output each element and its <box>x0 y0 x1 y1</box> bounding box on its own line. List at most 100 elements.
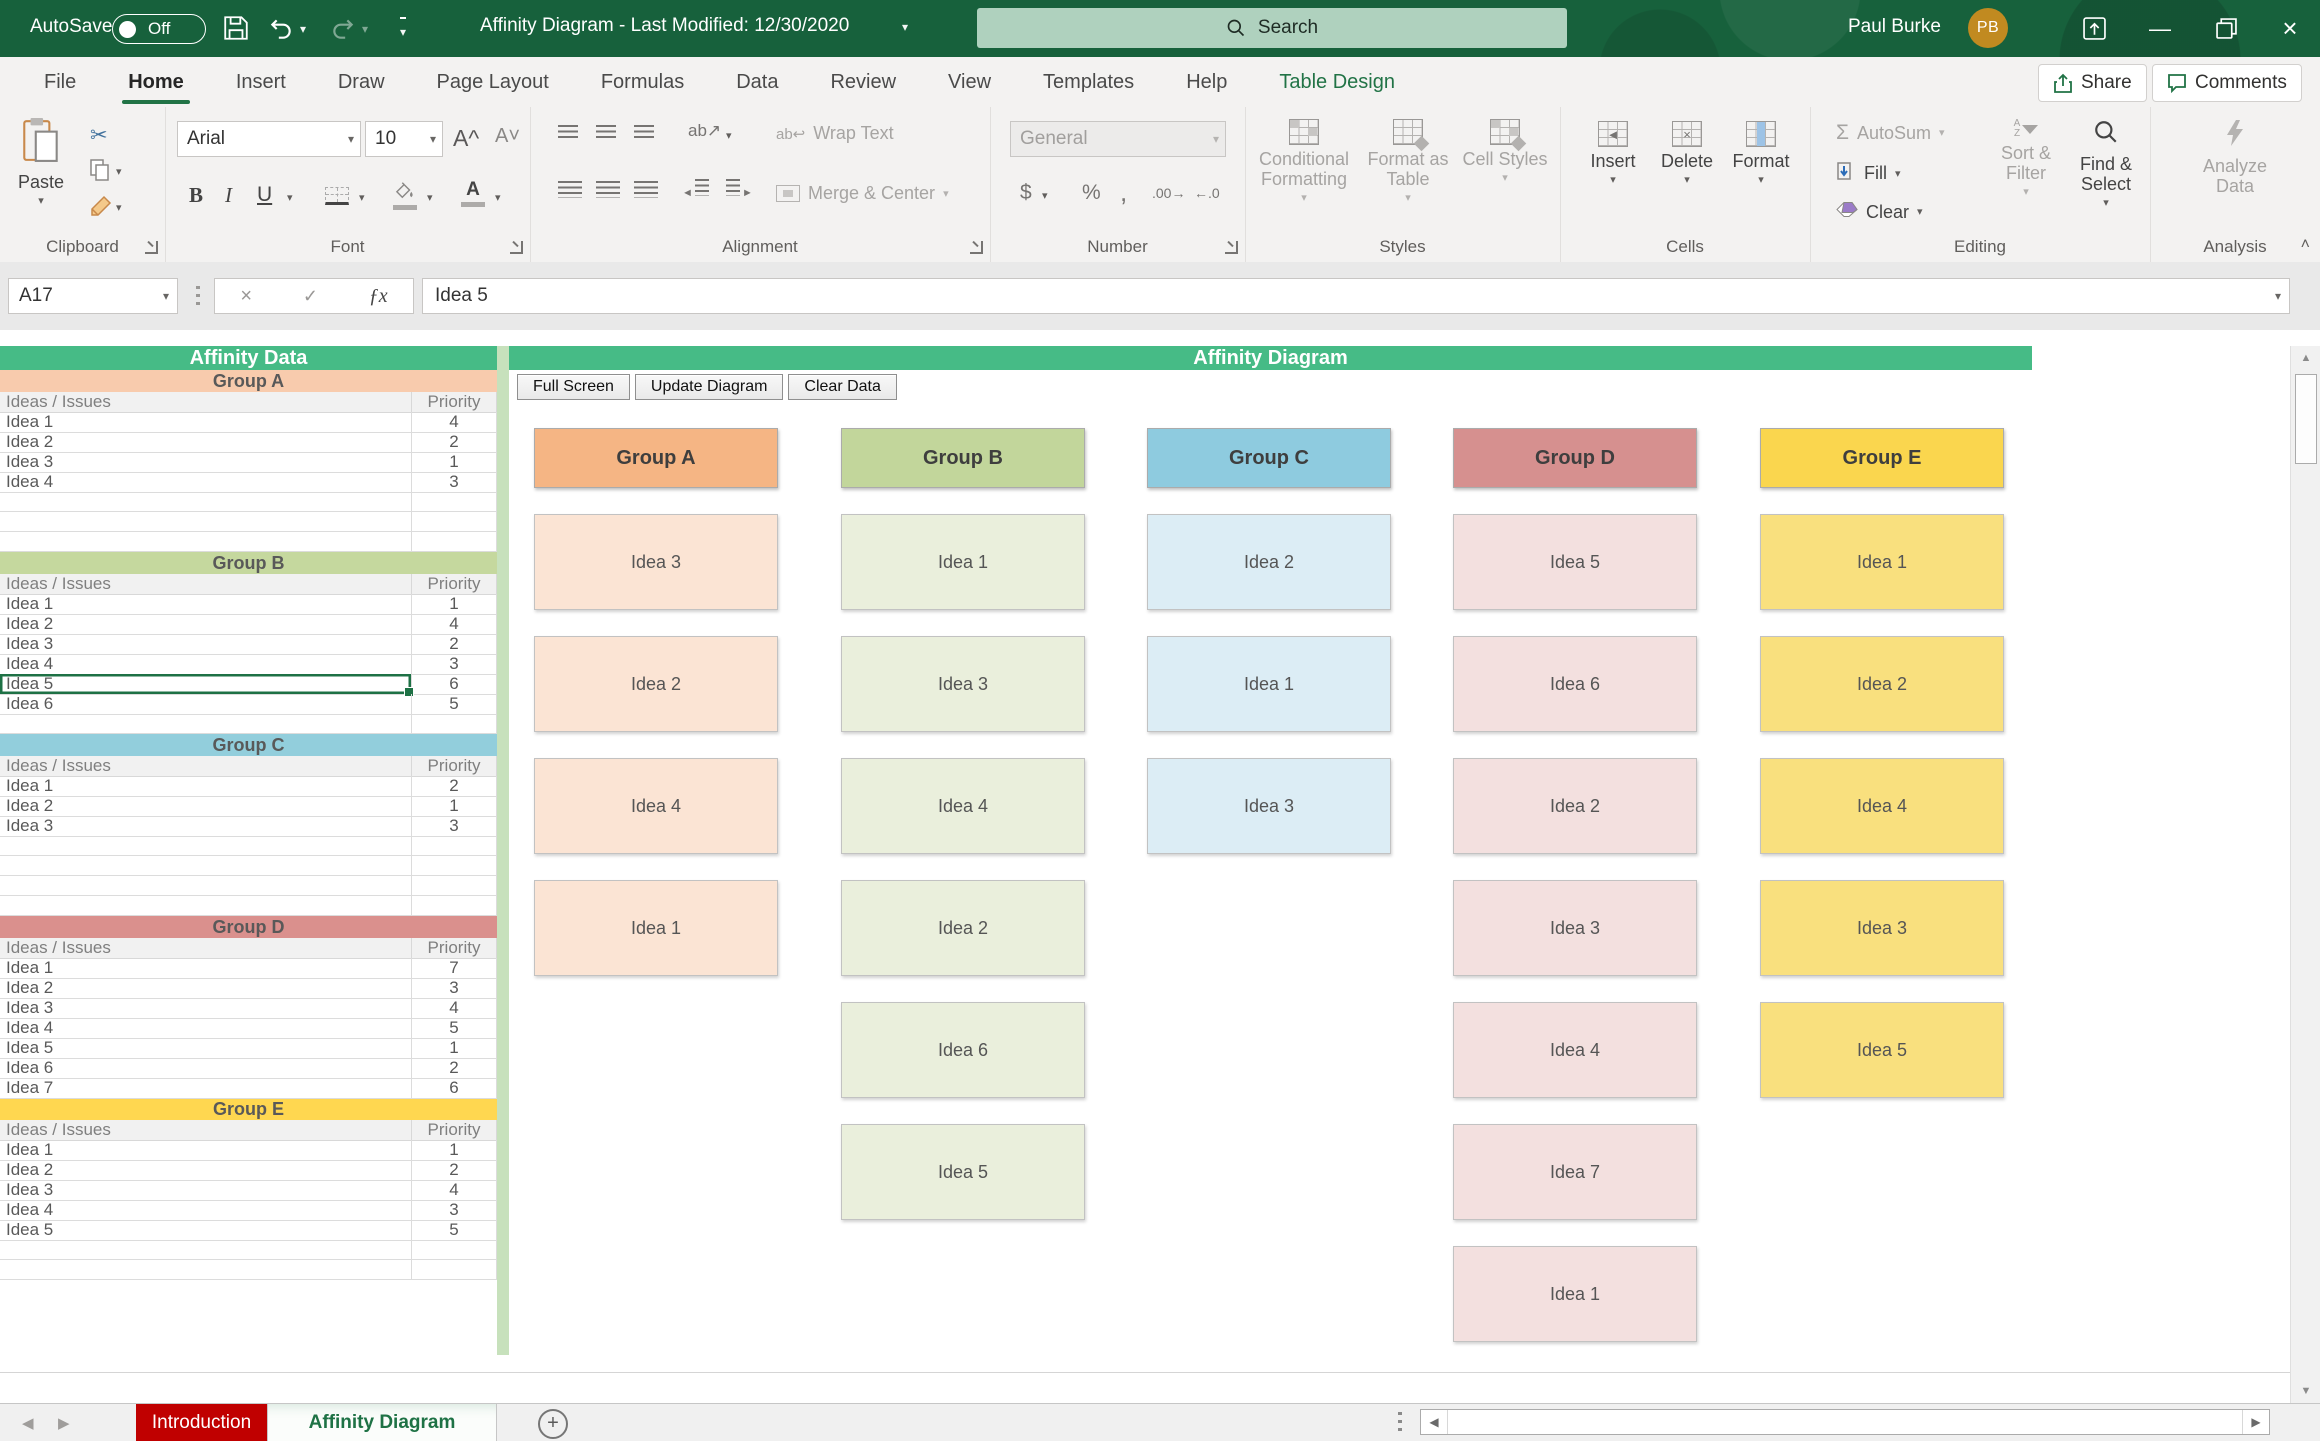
cut-button[interactable]: ✂ <box>90 123 108 148</box>
decrease-font-size-button[interactable]: A˅ <box>495 125 520 148</box>
formula-expand-icon[interactable]: ▾ <box>2275 289 2281 303</box>
sheet-nav-right-icon[interactable]: ▶ <box>58 1404 70 1441</box>
diagram-group-header[interactable]: Group D <box>1453 428 1697 488</box>
priority-cell[interactable]: 5 <box>412 694 497 715</box>
idea-card[interactable]: Idea 3 <box>534 514 778 610</box>
diagram-group-header[interactable]: Group B <box>841 428 1085 488</box>
ideas-issues-header-cell[interactable]: Ideas / Issues <box>0 574 412 595</box>
idea-cell[interactable]: Idea 1 <box>0 594 412 615</box>
scroll-left-icon[interactable]: ◀ <box>1421 1410 1448 1434</box>
increase-decimal-button[interactable]: .00→ <box>1152 185 1185 201</box>
priority-cell[interactable]: 2 <box>412 1058 497 1079</box>
priority-cell[interactable]: 4 <box>412 412 497 433</box>
idea-card[interactable]: Idea 7 <box>1453 1124 1697 1220</box>
idea-cell[interactable]: Idea 1 <box>0 412 412 433</box>
ribbon-tab[interactable]: Page Layout <box>411 57 575 107</box>
formula-input[interactable]: Idea 5 ▾ <box>422 278 2290 314</box>
insert-function-icon[interactable]: ƒx <box>369 285 388 308</box>
idea-card[interactable]: Idea 2 <box>534 636 778 732</box>
format-painter-dropdown-icon[interactable]: ▾ <box>116 203 122 213</box>
empty-priority-cell[interactable] <box>412 532 497 552</box>
idea-cell[interactable]: Idea 4 <box>0 654 412 675</box>
minimize-icon[interactable]: — <box>2130 0 2190 57</box>
idea-cell[interactable]: Idea 2 <box>0 614 412 635</box>
priority-cell[interactable]: 2 <box>412 432 497 453</box>
priority-cell[interactable]: 1 <box>412 1140 497 1161</box>
font-dialog-launcher-icon[interactable] <box>510 241 523 254</box>
idea-card[interactable]: Idea 2 <box>1147 514 1391 610</box>
idea-card[interactable]: Idea 2 <box>1453 758 1697 854</box>
idea-cell[interactable]: Idea 1 <box>0 1140 412 1161</box>
ideas-issues-header-cell[interactable]: Ideas / Issues <box>0 938 412 959</box>
percent-style-button[interactable]: % <box>1082 181 1101 205</box>
idea-card[interactable]: Idea 5 <box>841 1124 1085 1220</box>
idea-cell[interactable]: Idea 3 <box>0 998 412 1019</box>
priority-cell[interactable]: 4 <box>412 614 497 635</box>
copy-dropdown-icon[interactable]: ▾ <box>116 167 122 177</box>
find-select-button[interactable]: Find & Select ▾ <box>2068 119 2144 208</box>
collapse-ribbon-icon[interactable]: ˄ <box>2301 236 2310 254</box>
font-name-select[interactable]: Arial ▾ <box>177 121 361 157</box>
idea-card[interactable]: Idea 2 <box>841 880 1085 976</box>
paste-button[interactable]: Paste ▾ <box>8 117 74 206</box>
borders-dropdown-icon[interactable]: ▾ <box>359 193 365 203</box>
priority-cell[interactable]: 5 <box>412 1220 497 1241</box>
tab-scroll-splitter[interactable] <box>1398 1412 1402 1434</box>
priority-header-cell[interactable]: Priority <box>412 756 497 777</box>
ribbon-tab[interactable]: Templates <box>1017 57 1160 107</box>
format-cells-button[interactable]: Format ▾ <box>1726 121 1796 185</box>
group-header-cell[interactable]: Group A <box>0 370 497 392</box>
align-left-button[interactable] <box>558 181 582 203</box>
idea-card[interactable]: Idea 3 <box>1453 880 1697 976</box>
priority-cell[interactable]: 1 <box>412 594 497 615</box>
idea-cell[interactable]: Idea 5 <box>0 1038 412 1059</box>
font-color-dropdown-icon[interactable]: ▾ <box>495 193 501 203</box>
empty-priority-cell[interactable] <box>412 856 497 876</box>
format-painter-button[interactable] <box>90 195 112 222</box>
bold-button[interactable]: B <box>189 183 203 208</box>
undo-icon[interactable] <box>268 16 294 48</box>
idea-card[interactable]: Idea 4 <box>1453 1002 1697 1098</box>
idea-cell[interactable]: Idea 2 <box>0 432 412 453</box>
empty-idea-cell[interactable] <box>0 1260 412 1280</box>
empty-idea-cell[interactable] <box>0 1240 412 1260</box>
idea-card[interactable]: Idea 1 <box>1147 636 1391 732</box>
idea-cell[interactable]: Idea 5 <box>0 1220 412 1241</box>
empty-idea-cell[interactable] <box>0 876 412 896</box>
priority-cell[interactable]: 6 <box>412 674 497 695</box>
idea-card[interactable]: Idea 4 <box>534 758 778 854</box>
group-header-cell[interactable]: Group D <box>0 916 497 938</box>
number-dialog-launcher-icon[interactable] <box>1225 241 1238 254</box>
name-box[interactable]: A17 ▾ <box>8 278 178 314</box>
font-color-button[interactable]: A <box>461 179 485 207</box>
clipboard-dialog-launcher-icon[interactable] <box>145 241 158 254</box>
priority-cell[interactable]: 1 <box>412 1038 497 1059</box>
diagram-group-header[interactable]: Group C <box>1147 428 1391 488</box>
idea-card[interactable]: Idea 5 <box>1760 1002 2004 1098</box>
priority-cell[interactable]: 1 <box>412 452 497 473</box>
empty-idea-cell[interactable] <box>0 714 412 734</box>
priority-cell[interactable]: 3 <box>412 654 497 675</box>
fill-color-button[interactable] <box>393 181 417 210</box>
fill-button[interactable]: Fill ▾ <box>1836 161 1901 186</box>
idea-card[interactable]: Idea 4 <box>1760 758 2004 854</box>
idea-cell[interactable]: Idea 1 <box>0 776 412 797</box>
priority-header-cell[interactable]: Priority <box>412 392 497 413</box>
empty-idea-cell[interactable] <box>0 836 412 856</box>
idea-card[interactable]: Idea 3 <box>1760 880 2004 976</box>
cancel-icon[interactable]: × <box>240 285 252 308</box>
empty-idea-cell[interactable] <box>0 856 412 876</box>
title-dropdown-icon[interactable]: ▾ <box>902 20 908 34</box>
group-header-cell[interactable]: Group B <box>0 552 497 574</box>
ideas-issues-header-cell[interactable]: Ideas / Issues <box>0 392 412 413</box>
idea-card[interactable]: Idea 5 <box>1453 514 1697 610</box>
underline-dropdown-icon[interactable]: ▾ <box>287 193 293 203</box>
idea-cell[interactable]: Idea 3 <box>0 452 412 473</box>
idea-card[interactable]: Idea 3 <box>1147 758 1391 854</box>
vertical-scroll-thumb[interactable] <box>2295 374 2317 464</box>
decrease-indent-button[interactable]: ◄ <box>682 179 709 199</box>
delete-cells-button[interactable]: × Delete ▾ <box>1652 121 1722 185</box>
idea-cell[interactable]: Idea 3 <box>0 634 412 655</box>
empty-idea-cell[interactable] <box>0 532 412 552</box>
group-header-cell[interactable]: Group C <box>0 734 497 756</box>
